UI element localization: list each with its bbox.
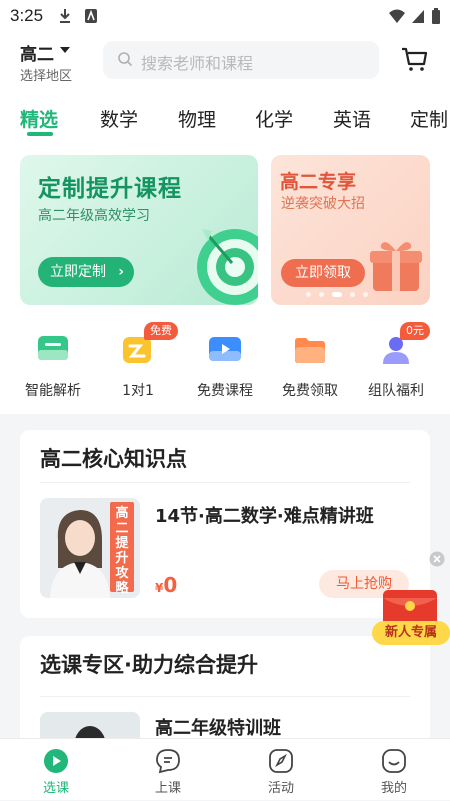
chevron-right-icon: › xyxy=(118,264,124,280)
course-price: ¥0 xyxy=(155,573,177,597)
quick-label: 智能解析 xyxy=(25,383,81,399)
zero-yuan-badge: 0元 xyxy=(400,322,430,340)
quick-free-claim[interactable]: 免费领取 xyxy=(270,322,350,402)
course-selection-card: 选课专区·助力综合提升 高二年级特训班 xyxy=(20,636,430,746)
nav-label: 我的 xyxy=(380,781,407,796)
banner-custom-button[interactable]: 立即定制 › xyxy=(38,257,134,287)
grade-selector[interactable]: 高二 xyxy=(20,40,54,65)
carousel-dot xyxy=(306,292,311,297)
nav-attend-class[interactable]: 上课 xyxy=(112,739,224,801)
thumbnail-tag: 高二提升攻略 xyxy=(110,502,134,596)
side-banner-title: 高二专享 xyxy=(280,171,357,193)
course-title[interactable]: 14节·高二数学·难点精讲班 xyxy=(155,502,374,528)
side-banner-subtitle: 逆袭突破大招 xyxy=(281,196,365,212)
compass-icon xyxy=(269,749,293,773)
status-time: 3:25 xyxy=(10,6,44,25)
caret-down-icon[interactable] xyxy=(60,47,70,53)
quick-one-on-one[interactable]: 免费 1对1 xyxy=(98,322,178,402)
quick-team-benefit[interactable]: 0元 组队福利 xyxy=(356,322,436,402)
quick-free-course[interactable]: 免费课程 xyxy=(185,322,265,402)
wifi-icon xyxy=(389,9,405,23)
quick-label: 免费课程 xyxy=(197,383,253,399)
target-illustration-icon xyxy=(197,229,258,305)
carousel-dot xyxy=(319,292,324,297)
section-title: 高二核心知识点 xyxy=(40,447,187,471)
tab-chemistry[interactable]: 化学 xyxy=(255,105,293,132)
tab-physics[interactable]: 物理 xyxy=(178,105,216,132)
banner-title: 定制提升课程 xyxy=(38,176,182,202)
divider xyxy=(40,482,410,483)
nav-label: 上课 xyxy=(154,781,181,796)
free-badge: 免费 xyxy=(144,322,178,340)
smiley-icon xyxy=(382,749,406,773)
tab-math[interactable]: 数学 xyxy=(100,105,138,132)
banner-custom-course[interactable]: 定制提升课程 高二年级高效学习 立即定制 › xyxy=(20,155,258,305)
price-value: 0 xyxy=(163,573,178,597)
course-thumbnail[interactable]: 高二提升攻略 xyxy=(40,498,140,598)
app-notification-icon xyxy=(85,9,97,23)
bottom-navigation: 选课 上课 活动 我的 xyxy=(0,738,450,800)
banner-grade-exclusive[interactable]: 高二专享 逆袭突破大招 立即领取 xyxy=(271,155,430,305)
quick-smart-analysis[interactable]: 智能解析 xyxy=(13,322,93,402)
new-user-promo-button[interactable]: 新人专属 xyxy=(372,621,450,645)
tab-english[interactable]: 英语 xyxy=(333,105,371,132)
nav-profile[interactable]: 我的 xyxy=(338,739,450,801)
tab-selected[interactable]: 精选 xyxy=(20,105,58,132)
carousel-dot-active xyxy=(332,292,342,297)
status-bar: 3:25 xyxy=(0,0,450,32)
gift-box-icon xyxy=(370,242,422,291)
banner-subtitle: 高二年级高效学习 xyxy=(38,208,150,224)
folder-icon xyxy=(295,338,325,363)
divider xyxy=(40,696,410,697)
quick-label: 免费领取 xyxy=(282,383,338,399)
banner-button-label: 立即定制 xyxy=(50,264,106,280)
course-title[interactable]: 高二年级特训班 xyxy=(155,714,281,740)
carousel-dot xyxy=(350,292,355,297)
nav-label: 选课 xyxy=(42,781,69,796)
battery-icon xyxy=(432,8,440,24)
search-bar[interactable]: 搜索老师和课程 xyxy=(103,41,379,79)
carousel-dot xyxy=(363,292,368,297)
nav-label: 活动 xyxy=(267,781,294,796)
core-knowledge-card: 高二核心知识点 高二提升攻略 14节·高二数学·难点精讲班 ¥0 马上抢购 xyxy=(20,430,430,618)
top-header: 高二 选择地区 搜索老师和课程 xyxy=(0,32,450,92)
nav-select-course[interactable]: 选课 xyxy=(0,739,112,801)
region-selector[interactable]: 选择地区 xyxy=(20,65,72,84)
cart-icon[interactable] xyxy=(400,46,428,72)
nav-activities[interactable]: 活动 xyxy=(225,739,337,801)
tab-custom[interactable]: 定制 xyxy=(410,105,448,132)
chat-bubble-icon xyxy=(156,749,180,774)
smart-analysis-icon xyxy=(38,336,68,360)
claim-now-button[interactable]: 立即领取 xyxy=(281,259,365,287)
subject-tabs: 精选 数学 物理 化学 英语 定制 xyxy=(0,92,450,142)
search-icon xyxy=(118,52,133,67)
signal-icon xyxy=(412,10,424,23)
video-play-icon xyxy=(209,337,241,361)
quick-label: 组队福利 xyxy=(368,383,424,399)
close-icon[interactable] xyxy=(429,551,445,567)
quick-label: 1对1 xyxy=(122,383,154,399)
search-placeholder: 搜索老师和课程 xyxy=(141,54,254,73)
active-tab-indicator xyxy=(27,132,53,136)
play-circle-icon xyxy=(44,749,68,773)
download-icon xyxy=(60,9,70,23)
section-title: 选课专区·助力综合提升 xyxy=(40,653,258,677)
